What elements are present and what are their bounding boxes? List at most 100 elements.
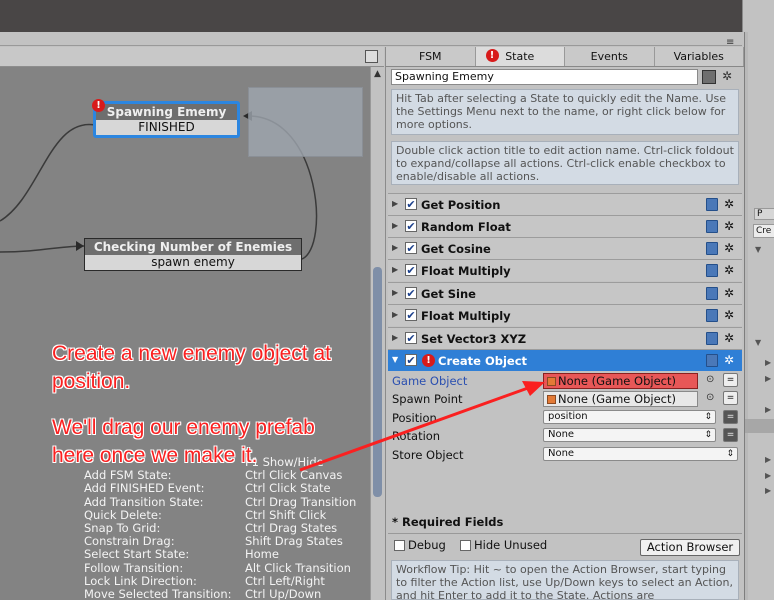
tab-fsm[interactable]: FSM	[386, 47, 476, 66]
action-title[interactable]: Set Vector3 XYZ	[421, 332, 526, 346]
state-color-swatch[interactable]	[702, 70, 716, 84]
action-row-selected[interactable]: ▼ ✔ ! Create Object ✲	[388, 349, 742, 371]
foldout-icon[interactable]: ▶	[392, 221, 398, 230]
enable-checkbox[interactable]: ✔	[405, 309, 417, 321]
game-object-field[interactable]: None (Game Object)	[543, 373, 698, 389]
spawn-point-field[interactable]: None (Game Object)	[543, 391, 698, 407]
graph-scrollbar[interactable]: ▲	[370, 67, 384, 600]
enable-checkbox[interactable]: ✔	[405, 354, 417, 366]
state-name-input[interactable]: Spawning Ememy	[391, 69, 698, 85]
docs-icon[interactable]	[706, 242, 718, 255]
prop-label: Position	[392, 411, 437, 425]
docs-icon[interactable]	[706, 287, 718, 300]
variable-toggle-button[interactable]: =	[723, 428, 738, 442]
enable-checkbox[interactable]: ✔	[405, 198, 417, 210]
variable-toggle-button[interactable]: =	[723, 410, 738, 424]
side-tab[interactable]: P	[754, 208, 774, 220]
action-title[interactable]: Get Cosine	[421, 242, 491, 256]
docs-icon[interactable]	[706, 354, 718, 367]
graph-settings-icon[interactable]	[365, 50, 378, 63]
variable-toggle-button[interactable]: =	[723, 373, 738, 387]
panel-menu-icon[interactable]: ≡	[726, 37, 734, 48]
object-picker-icon[interactable]: ⊙	[706, 374, 714, 385]
enable-checkbox[interactable]: ✔	[405, 220, 417, 232]
action-browser-button[interactable]: Action Browser	[640, 539, 740, 556]
action-title[interactable]: Create Object	[438, 354, 527, 368]
foldout-open-icon[interactable]: ▼	[392, 355, 398, 364]
state-node-event[interactable]: spawn enemy	[85, 255, 301, 270]
tree-arrow-icon[interactable]: ▶	[765, 455, 771, 464]
gear-icon[interactable]: ✲	[724, 308, 734, 322]
variable-toggle-button[interactable]: =	[723, 391, 738, 405]
tree-arrow-icon[interactable]: ▶	[765, 358, 771, 367]
action-title[interactable]: Float Multiply	[421, 309, 511, 323]
docs-icon[interactable]	[706, 309, 718, 322]
gear-icon[interactable]: ✲	[722, 69, 732, 83]
create-button[interactable]: Cre	[753, 224, 774, 238]
transition-line	[0, 123, 96, 222]
gear-icon[interactable]: ✲	[724, 219, 734, 233]
tree-arrow-icon[interactable]: ▼	[755, 338, 761, 347]
scrollbar-thumb[interactable]	[373, 267, 382, 497]
top-right-corner	[742, 0, 774, 32]
prop-label: Store Object	[392, 448, 464, 462]
action-row[interactable]: ▶ ✔ Get Sine ✲	[388, 282, 742, 304]
foldout-icon[interactable]: ▶	[392, 310, 398, 319]
foldout-icon[interactable]: ▶	[392, 243, 398, 252]
tab-state[interactable]: ! State	[475, 47, 565, 66]
tree-arrow-icon[interactable]: ▶	[765, 486, 771, 495]
rotation-dropdown[interactable]: None ⇕	[543, 428, 716, 442]
tree-arrow-icon[interactable]: ▼	[755, 245, 761, 254]
foldout-icon[interactable]: ▶	[392, 333, 398, 342]
foldout-icon[interactable]: ▶	[392, 288, 398, 297]
action-row[interactable]: ▶ ✔ Random Float ✲	[388, 215, 742, 237]
enable-checkbox[interactable]: ✔	[405, 287, 417, 299]
action-title[interactable]: Random Float	[421, 220, 511, 234]
action-row[interactable]: ▶ ✔ Float Multiply ✲	[388, 259, 742, 281]
action-title[interactable]: Get Position	[421, 198, 500, 212]
action-row[interactable]: ▶ ✔ Set Vector3 XYZ ✲	[388, 327, 742, 349]
docs-icon[interactable]	[706, 198, 718, 211]
docs-icon[interactable]	[706, 264, 718, 277]
error-icon: !	[485, 49, 499, 62]
enable-checkbox[interactable]: ✔	[405, 242, 417, 254]
side-scrollbar[interactable]	[745, 32, 748, 600]
hide-unused-checkbox[interactable]	[460, 540, 471, 551]
action-title[interactable]: Float Multiply	[421, 264, 511, 278]
hide-unused-label: Hide Unused	[474, 538, 548, 552]
hint-key: Lock Link Direction:	[84, 573, 197, 588]
gear-icon[interactable]: ✲	[724, 197, 734, 211]
playmaker-inspector: FSM ! State Events Variables Spawning Eme…	[385, 47, 744, 600]
gear-icon[interactable]: ✲	[724, 331, 734, 345]
tab-variables[interactable]: Variables	[654, 47, 744, 66]
tree-arrow-icon[interactable]: ▶	[765, 374, 771, 383]
state-node-event[interactable]: FINISHED	[96, 120, 237, 135]
debug-checkbox[interactable]	[394, 540, 405, 551]
gear-icon[interactable]: ✲	[724, 263, 734, 277]
gear-icon[interactable]: ✲	[724, 353, 734, 367]
state-node-checking[interactable]: Checking Number of Enemies spawn enemy	[84, 238, 302, 271]
action-row[interactable]: ▶ ✔ Get Position ✲	[388, 193, 742, 215]
state-node-spawning[interactable]: Spawning Ememy FINISHED	[93, 101, 240, 138]
gear-icon[interactable]: ✲	[724, 286, 734, 300]
action-row[interactable]: ▶ ✔ Float Multiply ✲	[388, 304, 742, 326]
tree-arrow-icon[interactable]: ▶	[765, 471, 771, 480]
hint-key: Select Start State:	[84, 547, 190, 562]
foldout-icon[interactable]: ▶	[392, 265, 398, 274]
selected-tree-item[interactable]	[745, 419, 774, 433]
gear-icon[interactable]: ✲	[724, 241, 734, 255]
foldout-icon[interactable]: ▶	[392, 199, 398, 208]
tab-events[interactable]: Events	[565, 47, 655, 66]
object-picker-icon[interactable]: ⊙	[706, 392, 714, 403]
scroll-up-icon[interactable]: ▲	[374, 69, 381, 79]
position-dropdown[interactable]: position ⇕	[543, 410, 716, 424]
action-title[interactable]: Get Sine	[421, 287, 476, 301]
tree-arrow-icon[interactable]: ▶	[765, 405, 771, 414]
store-object-dropdown[interactable]: None ⇕	[543, 447, 738, 461]
hint-key: Follow Transition:	[84, 560, 184, 575]
enable-checkbox[interactable]: ✔	[405, 264, 417, 276]
action-row[interactable]: ▶ ✔ Get Cosine ✲	[388, 237, 742, 259]
docs-icon[interactable]	[706, 332, 718, 345]
docs-icon[interactable]	[706, 220, 718, 233]
enable-checkbox[interactable]: ✔	[405, 332, 417, 344]
